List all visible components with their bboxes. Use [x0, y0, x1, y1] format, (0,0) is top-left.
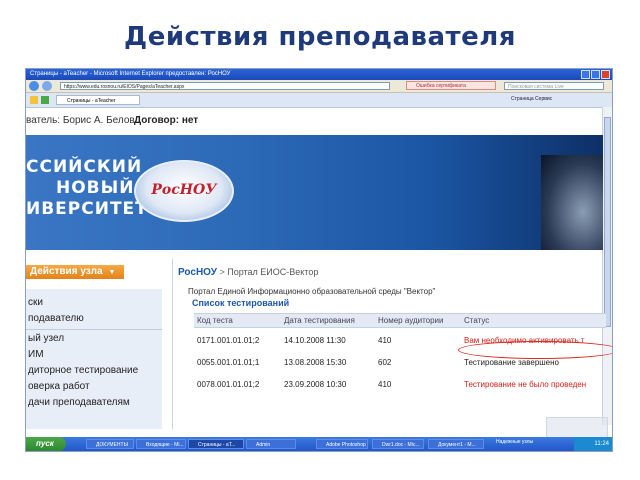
certificate-error-badge[interactable]: Ошибка сертификата: [406, 81, 496, 90]
sidebar: Действия узла ▼ ски подавателю ый узел ИМ…: [26, 259, 166, 429]
taskbar-item[interactable]: Документ1 - M...: [428, 439, 484, 449]
close-icon[interactable]: [601, 70, 610, 79]
sidebar-item-node[interactable]: ый узел: [28, 333, 64, 344]
test-code: 0078.001.01.01;2: [197, 380, 260, 389]
trusted-zone-label: Надежные узлы: [496, 439, 534, 445]
table-header: Код теста Дата тестирования Номер аудито…: [194, 313, 606, 328]
url-input[interactable]: https://www.edu.rosnou.ru/EIOS/Pages/aTe…: [60, 82, 390, 90]
column-header[interactable]: Код теста: [197, 316, 233, 325]
taskbar-item[interactable]: Dwr1.doc - Mic...: [372, 439, 424, 449]
main-content: РосНОУ > Портал ЕИОС-Вектор Портал Едино…: [176, 259, 612, 429]
back-icon[interactable]: [29, 81, 39, 91]
slide-title: Действия преподавателя: [124, 22, 516, 52]
sidebar-item-work-check[interactable]: оверка работ: [28, 381, 90, 392]
highlight-ellipse: [458, 341, 612, 359]
logo-text: РосНОУ: [151, 182, 217, 198]
browser-screenshot: Страницы - aTeacher - Microsoft Internet…: [25, 68, 613, 452]
tab-ateacher[interactable]: Страницы - aTeacher: [56, 95, 140, 105]
tab-bar: Страницы - aTeacher Страница Сервис: [26, 93, 612, 108]
maximize-icon[interactable]: [591, 70, 600, 79]
sidebar-item-tasks[interactable]: дачи преподавателям: [28, 397, 130, 408]
banner-line-2: НОВЫЙ: [56, 178, 135, 198]
taskbar-item[interactable]: Входящие - Mi...: [136, 439, 186, 449]
graduate-photo: [541, 155, 603, 250]
taskbar-item[interactable]: Adobe Photoshop: [316, 439, 368, 449]
table-row[interactable]: 0078.001.01.01;2 23.09.2008 10:30 410 Те…: [194, 377, 606, 391]
rosnou-logo: РосНОУ: [134, 160, 234, 222]
system-tray-clock[interactable]: 11:24: [574, 437, 612, 451]
taskbar-item[interactable]: Admin: [246, 439, 296, 449]
contract-label[interactable]: Договор: нет: [134, 113, 198, 129]
sidebar-item-lists[interactable]: ски: [28, 297, 43, 308]
sidebar-item-classroom-testing[interactable]: диторное тестирование: [28, 365, 138, 376]
toolbar-right[interactable]: Страница Сервис: [511, 96, 552, 102]
banner-line-3: ИВЕРСИТЕТ: [26, 199, 148, 219]
test-date: 14.10.2008 11:30: [284, 336, 346, 345]
taskbar-item[interactable]: ДОКУМЕНТЫ: [86, 439, 134, 449]
site-actions-label: Действия узла: [30, 266, 103, 277]
breadcrumb: РосНОУ > Портал ЕИОС-Вектор: [178, 267, 318, 278]
column-header[interactable]: Дата тестирования: [284, 316, 355, 325]
sidebar-list: ски подавателю ый узел ИМ диторное тести…: [26, 289, 162, 429]
taskbar: пуск ДОКУМЕНТЫ Входящие - Mi... Страницы…: [26, 437, 612, 451]
room-number: 410: [378, 380, 392, 389]
test-code: 0171.001.01.01;2: [197, 336, 260, 345]
room-number: 602: [378, 358, 392, 367]
breadcrumb-separator: >: [219, 267, 225, 277]
breadcrumb-site[interactable]: РосНОУ: [178, 267, 217, 278]
breadcrumb-page: Портал ЕИОС-Вектор: [227, 267, 319, 277]
sidebar-item-im[interactable]: ИМ: [28, 349, 44, 360]
sidebar-item-teacher[interactable]: подавателю: [28, 313, 84, 324]
room-number: 410: [378, 336, 392, 345]
test-date: 23.09.2008 10:30: [284, 380, 347, 389]
site-actions-button[interactable]: Действия узла ▼: [26, 265, 124, 279]
sidebar-divider: [26, 329, 162, 330]
user-bar: ватель: Борис А. Белов Договор: нет: [26, 113, 612, 129]
portal-description: Портал Единой Информационно образователь…: [188, 287, 436, 296]
user-name: ватель: Борис А. Белов: [26, 115, 135, 126]
content-divider: [172, 259, 173, 429]
test-status: Тестирование не было проведен: [464, 380, 587, 389]
test-code: 0055.001.01.01;1: [197, 358, 260, 367]
test-status: Тестирование завершено: [464, 358, 559, 367]
forward-icon[interactable]: [42, 81, 52, 91]
address-bar: https://www.edu.rosnou.ru/EIOS/Pages/aTe…: [26, 80, 612, 93]
window-title: Страницы - aTeacher - Microsoft Internet…: [30, 71, 231, 77]
banner-line-1: ССИЙСКИЙ: [26, 157, 143, 177]
column-header[interactable]: Статус: [464, 316, 489, 325]
start-button[interactable]: пуск: [26, 437, 66, 451]
column-header[interactable]: Номер аудитории: [378, 316, 444, 325]
university-banner: ССИЙСКИЙ НОВЫЙ ИВЕРСИТЕТ РосНОУ: [26, 135, 603, 250]
minimize-icon[interactable]: [581, 70, 590, 79]
window-titlebar: Страницы - aTeacher - Microsoft Internet…: [26, 69, 612, 80]
test-date: 13.08.2008 15:30: [284, 358, 347, 367]
search-input[interactable]: Поисковая система Live: [504, 82, 604, 90]
favorites-star-icon[interactable]: [30, 96, 38, 104]
test-list-title[interactable]: Список тестирований: [192, 298, 289, 308]
chevron-down-icon: ▼: [108, 269, 116, 276]
taskbar-item[interactable]: Страницы - aT...: [188, 439, 244, 449]
add-favorites-icon[interactable]: [41, 96, 49, 104]
